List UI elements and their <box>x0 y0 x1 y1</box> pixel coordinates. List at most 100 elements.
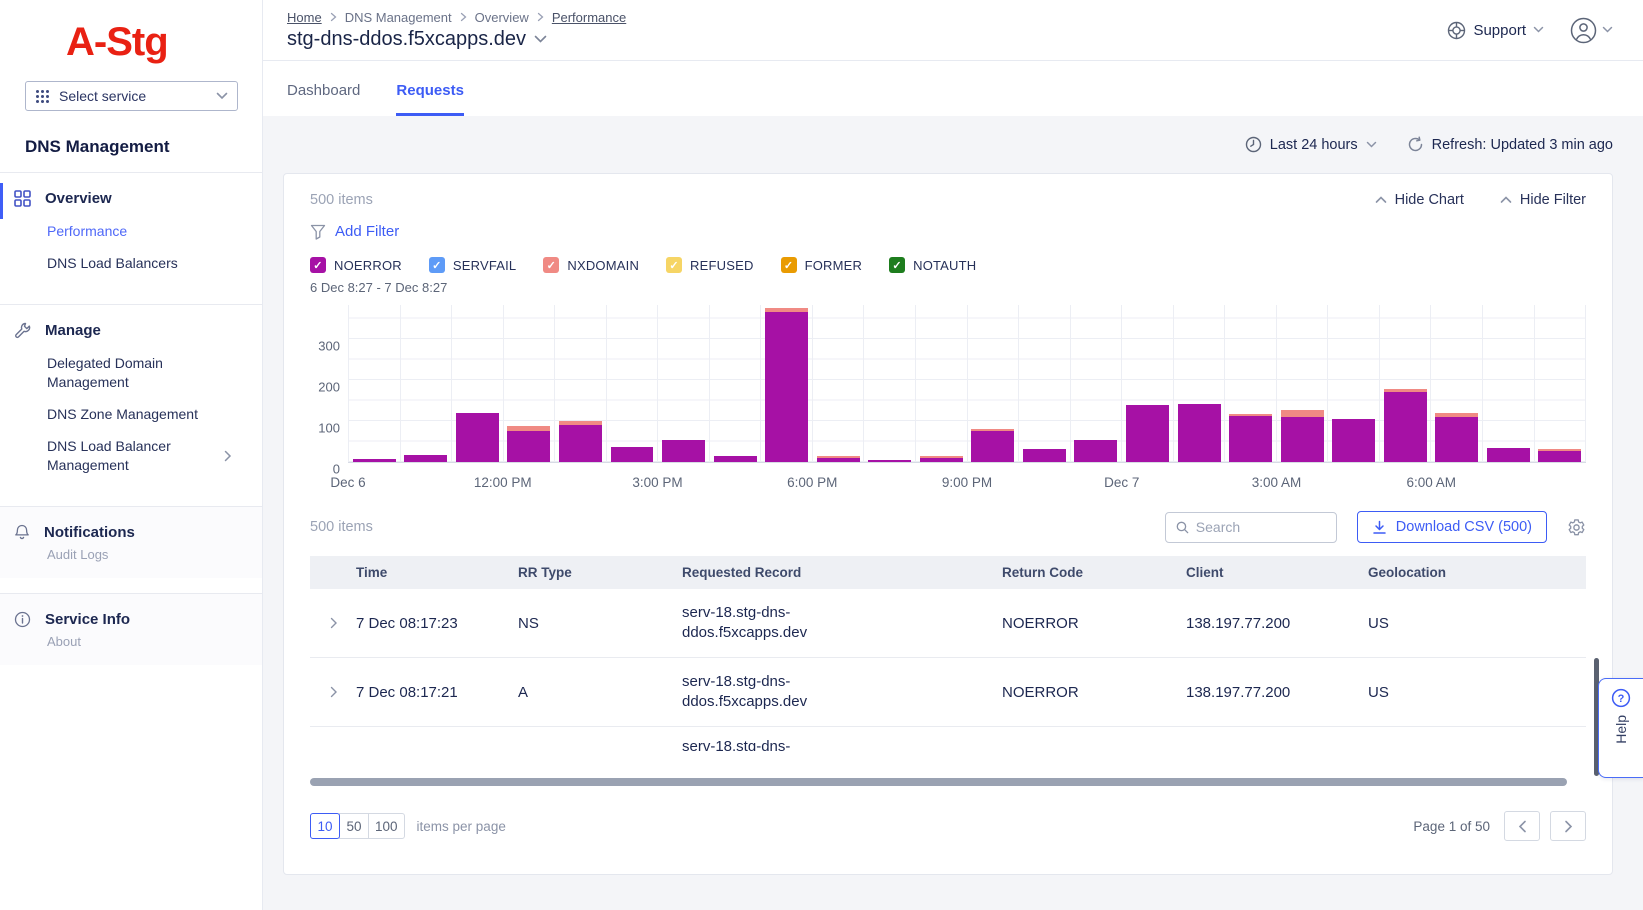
tab-requests[interactable]: Requests <box>396 82 464 116</box>
col-geolocation: Geolocation <box>1368 565 1586 580</box>
help-question-icon: ? <box>1611 688 1631 708</box>
bar-segment-noerror <box>1281 417 1324 462</box>
help-label: Help <box>1613 715 1629 744</box>
refresh-button[interactable]: Refresh: Updated 3 min ago <box>1407 136 1613 153</box>
sidebar-item-dns-zone-management[interactable]: DNS Zone Management <box>0 392 262 424</box>
time-range-dropdown[interactable]: Last 24 hours <box>1245 136 1377 153</box>
cell-client: 138.197.77.200 <box>1186 615 1368 632</box>
x-axis-tick-label: Dec 6 <box>330 475 365 490</box>
sidebar-item-notifications[interactable]: Notifications <box>0 522 262 543</box>
filter-checkbox-nxdomain[interactable]: ✓NXDOMAIN <box>543 257 639 273</box>
checkbox-checked-icon: ✓ <box>310 257 326 273</box>
tab-dashboard[interactable]: Dashboard <box>287 82 360 116</box>
breadcrumb: Home DNS Management Overview Performance <box>287 10 626 25</box>
table-items-count: 500 items <box>310 519 373 535</box>
sidebar-item-dns-load-balancer-management[interactable]: DNS Load Balancer Management <box>0 424 248 475</box>
chart-bar[interactable] <box>404 455 447 462</box>
bar-segment-noerror <box>1435 417 1478 462</box>
help-tab[interactable]: ? Help <box>1598 678 1643 778</box>
search-icon <box>1176 520 1189 535</box>
chart-bar[interactable] <box>1538 449 1581 462</box>
wrench-icon <box>14 322 31 339</box>
filter-checkbox-former[interactable]: ✓FORMER <box>781 257 863 273</box>
sidebar-item-overview[interactable]: Overview <box>0 188 262 209</box>
filter-checkbox-notauth[interactable]: ✓NOTAUTH <box>889 257 976 273</box>
add-filter-button[interactable]: Add Filter <box>310 223 399 240</box>
chart-bar[interactable] <box>662 440 705 462</box>
row-expand-chevron-icon[interactable] <box>310 686 356 698</box>
next-page-button[interactable] <box>1550 811 1586 841</box>
sidebar-item-dns-load-balancers[interactable]: DNS Load Balancers <box>0 241 262 273</box>
chart-bar[interactable] <box>920 456 963 462</box>
row-expand-chevron-icon[interactable] <box>310 617 356 629</box>
filter-checkbox-refused[interactable]: ✓REFUSED <box>666 257 754 273</box>
requests-panel: 500 items Hide Chart Hide Filter <box>283 173 1613 875</box>
cell-geolocation: US <box>1368 615 1586 632</box>
select-service-dropdown[interactable]: Select service <box>25 81 238 111</box>
bar-segment-noerror <box>662 440 705 462</box>
page-size-100[interactable]: 100 <box>368 813 405 839</box>
account-menu[interactable] <box>1570 17 1613 44</box>
chart-bar[interactable] <box>1332 419 1375 463</box>
chart-bar[interactable] <box>1435 413 1478 462</box>
checkbox-checked-icon: ✓ <box>543 257 559 273</box>
prev-page-button[interactable] <box>1504 811 1540 841</box>
sidebar-item-performance[interactable]: Performance <box>0 209 262 241</box>
filter-checkbox-servfail[interactable]: ✓SERVFAIL <box>429 257 517 273</box>
chart-bar[interactable] <box>1384 389 1427 462</box>
x-axis-tick-label: 6:00 PM <box>787 475 837 490</box>
chevron-right-icon <box>224 450 232 462</box>
chart-bar[interactable] <box>507 426 550 462</box>
chart-bar[interactable] <box>817 456 860 462</box>
search-input[interactable] <box>1196 519 1326 535</box>
chart-bar[interactable] <box>868 460 911 462</box>
title-chevron-down-icon[interactable] <box>534 35 547 44</box>
x-axis-tick-label: 12:00 PM <box>474 475 532 490</box>
x-axis-tick-label: 3:00 PM <box>632 475 682 490</box>
support-menu[interactable]: Support <box>1447 21 1544 40</box>
chart-bar[interactable] <box>1074 440 1117 462</box>
chart-bar-slot <box>761 305 813 462</box>
chart-bar[interactable] <box>353 459 396 462</box>
col-time: Time <box>356 565 518 580</box>
y-axis-tick-label: 100 <box>318 420 340 435</box>
chart-bar[interactable] <box>714 456 757 462</box>
chart-bar[interactable] <box>1178 404 1221 462</box>
chart-bar-slot <box>710 305 762 462</box>
bar-segment-noerror <box>1074 440 1117 462</box>
chart-bar-slot <box>1431 305 1483 462</box>
y-axis-tick-label: 200 <box>318 379 340 394</box>
chart-bar[interactable] <box>1229 414 1272 462</box>
filter-checkbox-noerror[interactable]: ✓NOERROR <box>310 257 402 273</box>
chart-bar[interactable] <box>559 421 602 462</box>
chart-bar[interactable] <box>611 447 654 462</box>
bar-segment-noerror <box>1126 405 1169 462</box>
chart-bar[interactable] <box>971 429 1014 462</box>
chart-bar[interactable] <box>765 308 808 462</box>
bar-segment-noerror <box>817 458 860 462</box>
sidebar-item-delegated-domain-management[interactable]: Delegated Domain Management <box>0 341 225 392</box>
breadcrumb-performance[interactable]: Performance <box>552 10 626 25</box>
hide-chart-toggle[interactable]: Hide Chart <box>1375 192 1464 208</box>
chart-bar[interactable] <box>456 413 499 462</box>
chart-bar[interactable] <box>1126 405 1169 462</box>
page-size-50[interactable]: 50 <box>339 813 369 839</box>
chart-bar[interactable] <box>1281 410 1324 462</box>
page-size-10[interactable]: 10 <box>310 813 340 839</box>
support-label: Support <box>1473 22 1526 39</box>
download-csv-button[interactable]: Download CSV (500) <box>1357 511 1547 543</box>
chart-bar[interactable] <box>1023 449 1066 462</box>
hide-filter-toggle[interactable]: Hide Filter <box>1500 192 1586 208</box>
nav-section-manage: Manage Delegated Domain Management DNS Z… <box>0 305 262 491</box>
chart-bar-slot <box>1225 305 1277 462</box>
sidebar-item-manage[interactable]: Manage <box>0 320 262 341</box>
horizontal-scrollbar-thumb[interactable] <box>310 778 1567 786</box>
checkbox-checked-icon: ✓ <box>889 257 905 273</box>
table-settings-gear-icon[interactable] <box>1567 518 1586 537</box>
sidebar-caption-audit-logs[interactable]: Audit Logs <box>0 543 262 562</box>
chart-bar[interactable] <box>1487 448 1530 462</box>
breadcrumb-home[interactable]: Home <box>287 10 322 25</box>
sidebar-item-service-info[interactable]: Service Info <box>0 609 262 630</box>
sidebar-caption-about[interactable]: About <box>0 630 262 649</box>
bar-segment-noerror <box>353 459 396 462</box>
